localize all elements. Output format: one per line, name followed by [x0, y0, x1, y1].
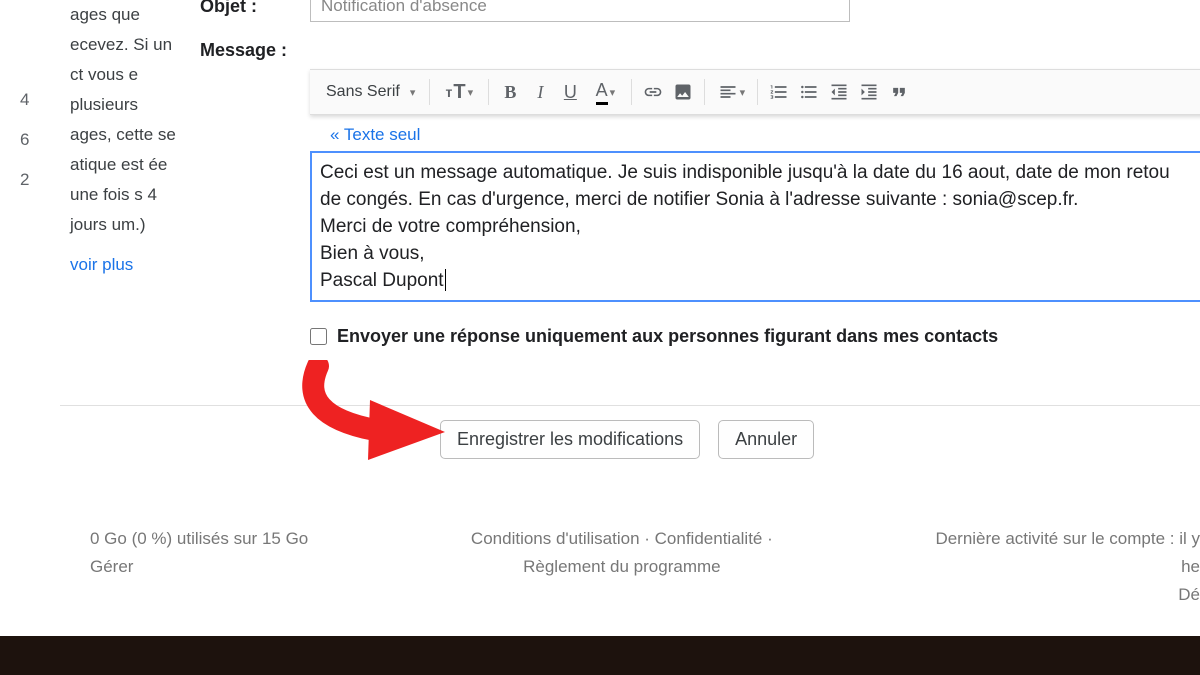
indent-less-icon[interactable]	[826, 77, 852, 107]
quote-icon[interactable]	[886, 77, 912, 107]
sidebar-help-text: ages que ecevez. Si un ct vous e plusieu…	[70, 0, 180, 280]
italic-icon[interactable]: I	[527, 77, 553, 107]
underline-icon[interactable]: U	[557, 77, 583, 107]
chevron-down-icon: ▾	[410, 86, 416, 99]
section-divider	[60, 405, 1200, 406]
subject-input[interactable]	[310, 0, 850, 22]
text-color-icon[interactable]: A ▾	[587, 77, 623, 107]
annotation-arrow	[300, 360, 460, 470]
contacts-only-checkbox[interactable]	[310, 328, 327, 345]
plaintext-toggle-link[interactable]: « Texte seul	[330, 125, 1200, 145]
sidebar-counts: 4 6 2	[20, 80, 29, 200]
message-label: Message :	[200, 40, 310, 61]
bullet-list-icon[interactable]	[796, 77, 822, 107]
count-3: 2	[20, 160, 29, 200]
font-size-icon[interactable]: тT ▾	[438, 77, 480, 107]
bottom-band	[0, 636, 1200, 675]
subject-label: Objet :	[200, 0, 310, 17]
count-2: 6	[20, 120, 29, 160]
page-footer: 0 Go (0 %) utilisés sur 15 Go Gérer Cond…	[90, 525, 1200, 609]
numbered-list-icon[interactable]	[766, 77, 792, 107]
font-family-selector[interactable]: Sans Serif ▾	[320, 83, 421, 101]
editor-toolbar: Sans Serif ▾ тT ▾ B I U A ▾ ▾	[310, 69, 1200, 115]
action-buttons: Enregistrer les modifications Annuler	[440, 420, 814, 459]
cancel-button[interactable]: Annuler	[718, 420, 814, 459]
text-cursor	[445, 269, 446, 291]
indent-more-icon[interactable]	[856, 77, 882, 107]
bold-icon[interactable]: B	[497, 77, 523, 107]
manage-link[interactable]: Gérer	[90, 553, 308, 581]
chevron-down-icon: ▾	[610, 86, 616, 99]
editor-line: Ceci est un message automatique. Je suis…	[320, 159, 1200, 186]
image-icon[interactable]	[670, 77, 696, 107]
chevron-down-icon: ▾	[468, 86, 474, 99]
editor-line: Merci de votre compréhension,	[320, 213, 1200, 240]
vacation-responder-form: Objet : Message : Sans Serif ▾ тT ▾ B I …	[200, 0, 1200, 347]
editor-line: de congés. En cas d'urgence, merci de no…	[320, 186, 1200, 213]
save-button[interactable]: Enregistrer les modifications	[440, 420, 700, 459]
footer-links: Conditions d'utilisation · Confidentiali…	[471, 525, 773, 609]
message-editor[interactable]: Ceci est un message automatique. Je suis…	[310, 151, 1200, 302]
see-more-link[interactable]: voir plus	[70, 250, 180, 280]
link-icon[interactable]	[640, 77, 666, 107]
contacts-only-label: Envoyer une réponse uniquement aux perso…	[337, 326, 998, 347]
editor-line: Pascal Dupont	[320, 267, 1200, 294]
editor-line: Bien à vous,	[320, 240, 1200, 267]
count-1: 4	[20, 80, 29, 120]
chevron-down-icon: ▾	[740, 86, 746, 99]
sidebar-fragment: 4 6 2 ages que ecevez. Si un ct vous e p…	[0, 0, 180, 430]
align-icon[interactable]: ▾	[713, 77, 749, 107]
footer-activity: Dernière activité sur le compte : il y h…	[935, 525, 1200, 609]
footer-storage: 0 Go (0 %) utilisés sur 15 Go Gérer	[90, 525, 308, 609]
